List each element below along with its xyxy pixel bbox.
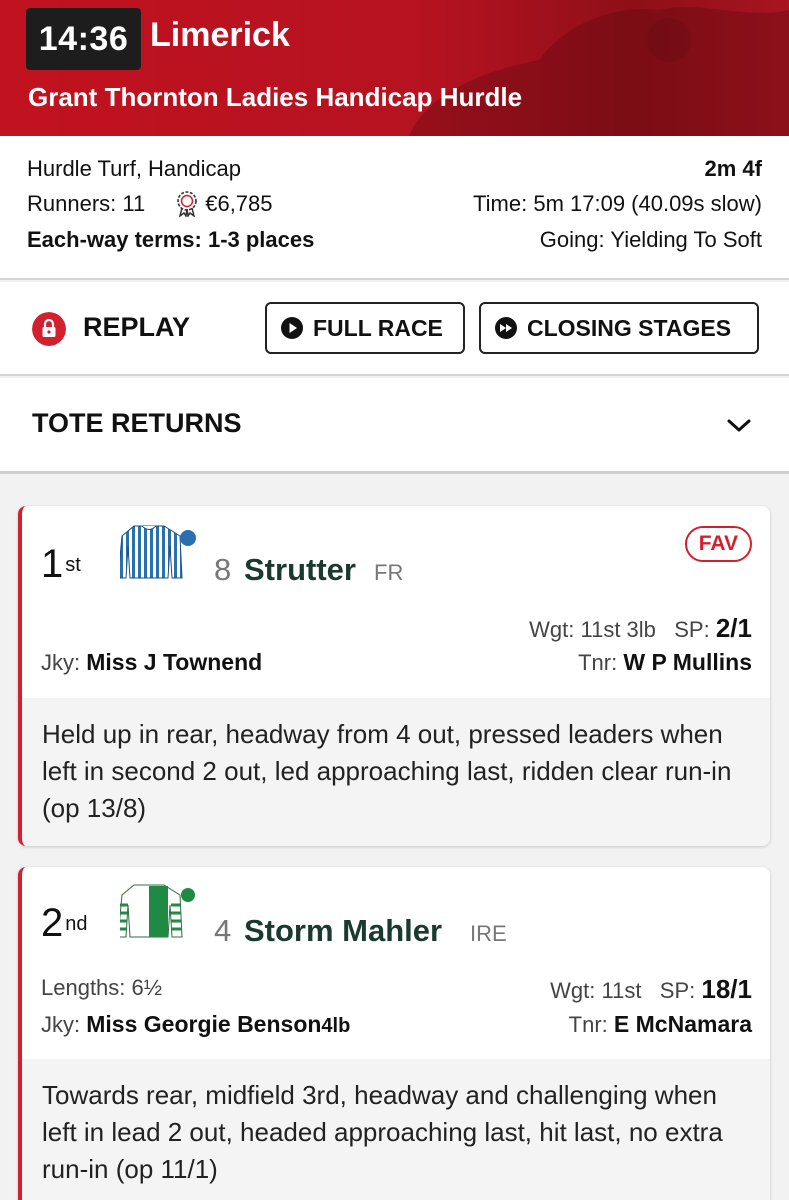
jockey-silks-icon	[120, 525, 196, 579]
horse-name[interactable]: Strutter	[244, 552, 356, 588]
finish-position: 2nd	[41, 901, 88, 945]
lock-icon	[32, 312, 66, 346]
weight-sp: Wgt: 11st 3lb SP: 2/1	[529, 613, 752, 643]
trainer-name: W P Mullins	[623, 649, 752, 675]
saddle-cloth-number: 8	[214, 552, 232, 587]
race-type: Hurdle Turf, Handicap	[27, 156, 241, 181]
race-comment: Held up in rear, headway from 4 out, pre…	[22, 698, 770, 846]
favourite-badge: FAV	[684, 526, 752, 562]
horse-country: FR	[374, 560, 404, 585]
saddle-cloth-number: 4	[214, 913, 232, 948]
runner-card[interactable]: 1st 8 Strutter FR FAV Wgt: 11st 3lb SP: …	[18, 506, 770, 846]
trainer-name: E McNamara	[613, 1011, 752, 1037]
race-info: Hurdle Turf, Handicap 2m 4f Runners: 11 …	[0, 136, 789, 280]
jockey-claim: 4lb	[321, 1015, 351, 1037]
runners-count: Runners: 11	[27, 191, 146, 216]
race-header: 14:36 Limerick Grant Thornton Ladies Han…	[0, 0, 789, 136]
tote-returns-label: TOTE RETURNS	[32, 408, 242, 438]
jockey-name: Miss Georgie Benson	[86, 1011, 322, 1037]
each-way-terms: Each-way terms: 1-3 places	[27, 227, 315, 252]
finish-position: 1st	[41, 542, 81, 586]
fast-forward-icon	[495, 317, 517, 339]
starting-price: 2/1	[715, 613, 752, 643]
horse-name[interactable]: Storm Mahler	[244, 913, 442, 949]
replay-label: REPLAY	[83, 312, 191, 342]
full-race-button[interactable]: FULL RACE	[265, 302, 465, 354]
runner-card[interactable]: 2nd 4 Storm Mahler IRE Lengths: 6½ Wgt: …	[18, 867, 770, 1200]
replay-bar: REPLAY FULL RACE CLOSING STAGES	[0, 282, 789, 376]
race-title: Grant Thornton Ladies Handicap Hurdle	[28, 82, 523, 112]
trainer: Tnr: E McNamara	[568, 1011, 752, 1037]
weight-sp: Wgt: 11st SP: 18/1	[550, 974, 752, 1004]
horse-silhouette-image	[409, 7, 789, 136]
closing-stages-button[interactable]: CLOSING STAGES	[479, 302, 759, 354]
course-name: Limerick	[150, 16, 290, 54]
race-distance: 2m 4f	[704, 156, 762, 181]
prize-money: €6,785	[205, 191, 273, 216]
trainer: Tnr: W P Mullins	[578, 649, 752, 675]
chevron-down-icon[interactable]	[726, 418, 752, 434]
race-time-result: Time: 5m 17:09 (40.09s slow)	[473, 191, 762, 216]
jockey: Jky: Miss J Townend	[41, 649, 263, 675]
closing-stages-label: CLOSING STAGES	[527, 314, 732, 341]
race-comment: Towards rear, midfield 3rd, headway and …	[22, 1059, 770, 1200]
full-race-label: FULL RACE	[313, 314, 443, 341]
play-icon	[281, 317, 303, 339]
horse-country: IRE	[470, 921, 507, 946]
jockey-name: Miss J Townend	[86, 649, 263, 675]
tote-returns-toggle[interactable]: TOTE RETURNS	[0, 378, 789, 474]
jockey: Jky: Miss Georgie Benson4lb	[41, 1011, 351, 1037]
going: Going: Yielding To Soft	[539, 227, 762, 252]
prize-rosette-icon	[177, 191, 198, 217]
lengths-behind: Lengths: 6½	[41, 975, 163, 1000]
jockey-silks-icon	[120, 884, 195, 938]
race-time: 14:36	[26, 8, 141, 70]
starting-price: 18/1	[701, 974, 752, 1004]
